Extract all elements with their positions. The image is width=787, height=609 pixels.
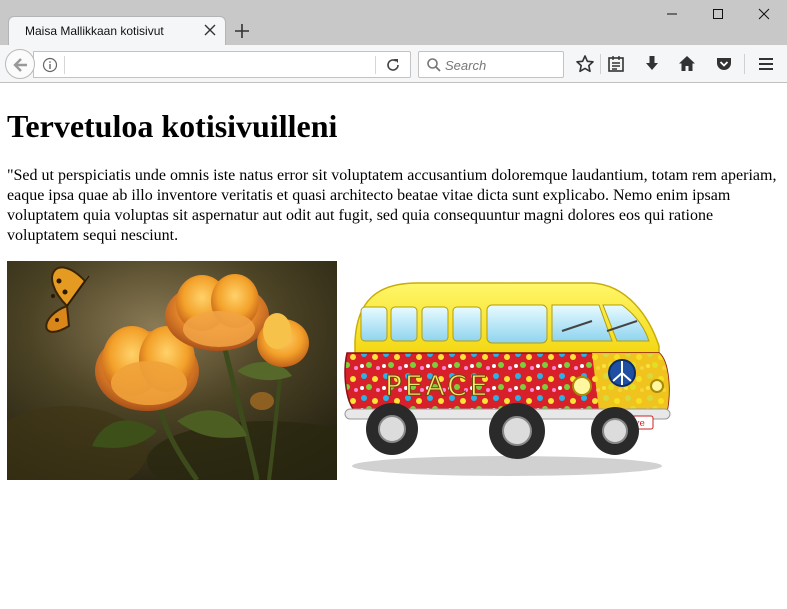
url-separator [375,56,376,74]
bookmark-star-icon[interactable] [575,54,595,74]
back-button[interactable] [5,49,35,79]
maximize-icon[interactable] [706,4,730,26]
downloads-icon[interactable] [642,54,662,74]
page-heading: Tervetuloa kotisivuilleni [7,108,338,144]
url-bar[interactable] [33,51,411,78]
intro-paragraph: "Sed ut perspiciatis unde omnis iste nat… [7,167,777,244]
flowers-butterfly-photo [7,261,337,480]
url-separator [64,56,65,74]
navigation-toolbar [0,45,787,83]
home-icon[interactable] [677,54,697,74]
back-arrow-icon [13,58,27,72]
minimize-icon[interactable] [660,4,684,26]
search-icon [426,57,442,73]
toolbar-separator [600,54,601,74]
browser-tab[interactable]: Maisa Mallikkaan kotisivut [8,16,226,45]
toolbar-separator [744,54,745,74]
tab-strip: Maisa Mallikkaan kotisivut [0,0,787,45]
search-box[interactable] [418,51,564,78]
info-icon[interactable] [42,57,58,73]
page-content: Tervetuloa kotisivuilleni "Sed ut perspi… [0,84,787,609]
bus-peace-text: PEACE [385,369,490,402]
hippie-bus-illustration: PEACE Love [337,261,673,480]
tab-close-icon[interactable] [203,23,217,37]
pocket-icon[interactable] [714,54,734,74]
reload-icon[interactable] [385,57,401,73]
reading-list-icon[interactable] [606,54,626,74]
close-icon[interactable] [752,4,776,26]
tab-title: Maisa Mallikkaan kotisivut [25,24,164,38]
menu-icon[interactable] [756,54,776,74]
search-input[interactable] [445,55,559,75]
new-tab-icon[interactable] [232,21,252,41]
